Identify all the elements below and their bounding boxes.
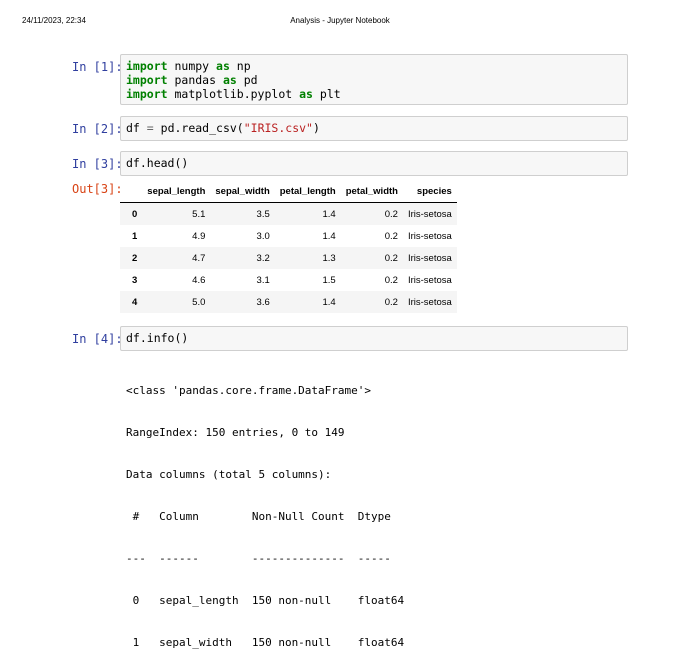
table-header-petal-width: petal_width bbox=[340, 180, 403, 203]
table-cell: 5.0 bbox=[192, 296, 206, 308]
row-index: 4 bbox=[132, 296, 138, 308]
table-cell: 1.3 bbox=[322, 252, 336, 264]
table-cell: 4.7 bbox=[192, 252, 206, 264]
code-keyword: as bbox=[222, 73, 237, 87]
info-output: <class 'pandas.core.frame.DataFrame'> Ra… bbox=[126, 356, 404, 664]
page-title: Analysis - Jupyter Notebook bbox=[290, 16, 390, 25]
table-cell: Iris-setosa bbox=[407, 252, 452, 264]
code-keyword: import bbox=[126, 87, 168, 101]
code-cell-4[interactable]: df.info() bbox=[120, 326, 628, 351]
code-token: numpy bbox=[167, 59, 217, 73]
table-cell: 0.2 bbox=[384, 274, 398, 286]
input-prompt-3: In [3]: bbox=[72, 157, 123, 171]
code-line: df = pd.read_csv("IRIS.csv") bbox=[126, 121, 622, 135]
table-row: 2 4.7 3.2 1.3 0.2 Iris-setosa bbox=[120, 247, 457, 269]
table-header-species: species bbox=[402, 180, 457, 203]
table-header-index bbox=[120, 180, 143, 203]
code-line: import matplotlib.pyplot as plt bbox=[126, 87, 622, 101]
code-cell-4-source: df.info() bbox=[126, 331, 622, 345]
table-cell: 3.6 bbox=[256, 296, 270, 308]
output-line: # Column Non-Null Count Dtype bbox=[126, 510, 405, 523]
table-header-sepal-length: sepal_length bbox=[142, 180, 211, 203]
output-line: <class 'pandas.core.frame.DataFrame'> bbox=[126, 384, 372, 397]
code-token: plt bbox=[312, 87, 341, 101]
code-keyword: as bbox=[299, 87, 313, 101]
table-cell: 0.2 bbox=[384, 296, 398, 308]
table-header-sepal-width: sepal_width bbox=[210, 180, 275, 203]
table-cell: 1.5 bbox=[322, 274, 336, 286]
code-token: = bbox=[146, 121, 154, 135]
table-row: 3 4.6 3.1 1.5 0.2 Iris-setosa bbox=[120, 269, 457, 291]
code-cell-1[interactable]: import numpy as np import pandas as pd imp… bbox=[120, 54, 628, 105]
code-token: np bbox=[229, 59, 251, 73]
code-token: pandas bbox=[167, 73, 223, 87]
code-token: pd bbox=[236, 73, 258, 87]
input-prompt-1: In [1]: bbox=[72, 60, 123, 74]
table-cell: 0.2 bbox=[384, 230, 398, 242]
input-prompt-4: In [4]: bbox=[72, 332, 123, 346]
table-cell: 3.0 bbox=[256, 230, 270, 242]
code-token: pd.read_csv( bbox=[153, 121, 244, 135]
output-line: RangeIndex: 150 entries, 0 to 149 bbox=[126, 426, 345, 439]
table-cell: Iris-setosa bbox=[407, 230, 452, 242]
table-row: 0 5.1 3.5 1.4 0.2 Iris-setosa bbox=[120, 202, 457, 225]
row-index: 3 bbox=[132, 274, 138, 286]
code-line: import numpy as np bbox=[126, 59, 622, 73]
dataframe-table: sepal_length sepal_width petal_length pe… bbox=[120, 180, 457, 313]
code-line: df.head() bbox=[126, 156, 622, 170]
code-token: df.head() bbox=[126, 156, 189, 170]
code-cell-1-source: import numpy as np import pandas as pd imp… bbox=[126, 59, 622, 101]
code-token: matplotlib.pyplot bbox=[167, 87, 300, 101]
code-cell-2[interactable]: df = pd.read_csv("IRIS.csv") bbox=[120, 116, 628, 141]
code-cell-2-source: df = pd.read_csv("IRIS.csv") bbox=[126, 121, 622, 135]
code-cell-3-source: df.head() bbox=[126, 156, 622, 170]
code-token: ) bbox=[312, 121, 320, 135]
table-cell: Iris-setosa bbox=[407, 296, 452, 308]
table-cell: 0.2 bbox=[384, 252, 398, 264]
row-index: 0 bbox=[132, 208, 138, 220]
row-index: 2 bbox=[132, 252, 138, 264]
code-token: df bbox=[126, 121, 147, 135]
code-cell-3[interactable]: df.head() bbox=[120, 151, 628, 176]
table-cell: 3.2 bbox=[256, 252, 270, 264]
table-cell: 3.5 bbox=[256, 208, 270, 220]
row-index: 1 bbox=[132, 230, 138, 242]
table-cell: 1.4 bbox=[322, 296, 336, 308]
table-cell: 1.4 bbox=[322, 230, 336, 242]
table-cell: Iris-setosa bbox=[407, 274, 452, 286]
table-cell: 4.6 bbox=[192, 274, 206, 286]
table-row: 4 5.0 3.6 1.4 0.2 Iris-setosa bbox=[120, 291, 457, 313]
code-keyword: import bbox=[126, 73, 168, 87]
code-string: "IRIS.csv" bbox=[243, 121, 313, 135]
table-cell: 5.1 bbox=[192, 208, 206, 220]
table-cell: 3.1 bbox=[256, 274, 270, 286]
table-cell: Iris-setosa bbox=[407, 208, 452, 220]
code-keyword: as bbox=[216, 59, 230, 73]
output-line: 0 sepal_length 150 non-null float64 bbox=[126, 594, 405, 607]
output-line: Data columns (total 5 columns): bbox=[126, 468, 332, 481]
table-row: 1 4.9 3.0 1.4 0.2 Iris-setosa bbox=[120, 225, 457, 247]
table-cell: 4.9 bbox=[192, 230, 206, 242]
code-keyword: import bbox=[126, 59, 168, 73]
output-line: --- ------ -------------- ----- bbox=[126, 552, 405, 565]
code-line: df.info() bbox=[126, 331, 622, 345]
table-cell: 0.2 bbox=[384, 208, 398, 220]
code-token: df.info() bbox=[126, 331, 189, 345]
output-prompt-3: Out[3]: bbox=[72, 182, 123, 196]
table-header-petal-length: petal_length bbox=[274, 180, 341, 203]
table-header-row: sepal_length sepal_width petal_length pe… bbox=[120, 180, 457, 203]
code-line: import pandas as pd bbox=[126, 73, 622, 87]
table-cell: 1.4 bbox=[322, 208, 336, 220]
input-prompt-2: In [2]: bbox=[72, 122, 123, 136]
output-line: 1 sepal_width 150 non-null float64 bbox=[126, 636, 405, 649]
print-header: 24/11/2023, 22:34 Analysis - Jupyter Not… bbox=[0, 0, 680, 26]
